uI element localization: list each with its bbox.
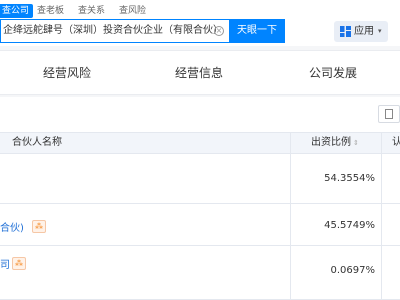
tab-search-relation[interactable]: 查关系 (78, 4, 105, 18)
sort-icon: ⇕ (353, 139, 359, 147)
section-nav: 经营风险 经营信息 公司发展 (0, 50, 400, 95)
equity-graph-icon[interactable]: ⁂ (32, 220, 46, 233)
nav-item-business-info[interactable]: 经营信息 (175, 51, 223, 95)
document-icon (385, 109, 393, 119)
chevron-down-icon: ▾ (378, 27, 382, 35)
nav-item-company-development[interactable]: 公司发展 (309, 51, 357, 95)
table-header: 合伙人名称 出资比例 ⇕ 认 (0, 132, 400, 154)
column-header-ratio-label: 出资比例 (311, 137, 351, 148)
search-input-value: 企绛远舵肆号（深圳）投资合伙企业（有限合伙） (3, 25, 223, 36)
ratio-value: 45.5749% (324, 220, 375, 231)
ratio-value: 54.3554% (324, 173, 375, 184)
column-header-truncated: 认 (392, 137, 400, 148)
table-row: 合伙) ⁂ 45.5749% (0, 204, 400, 246)
search-input[interactable]: 企绛远舵肆号（深圳）投资合伙企业（有限合伙） × (0, 19, 229, 43)
column-header-ratio[interactable]: 出资比例 ⇕ (311, 133, 359, 153)
column-header-partner-name: 合伙人名称 (12, 137, 62, 148)
grid-icon (340, 26, 351, 37)
app-menu-label: 应用 (354, 26, 374, 37)
tab-search-risk[interactable]: 查风险 (119, 4, 146, 18)
partner-name-link[interactable]: 司 (0, 256, 10, 271)
partners-table-section: 合伙人名称 出资比例 ⇕ 认 54.3554% 合伙) ⁂ 45.5749% 司 … (0, 97, 400, 300)
ratio-value: 0.0697% (330, 265, 376, 276)
search-button[interactable]: 天眼一下 (229, 19, 285, 43)
clear-icon[interactable]: × (214, 26, 224, 36)
search-header: 查公司 查老板 查关系 查风险 企绛远舵肆号（深圳）投资合伙企业（有限合伙） ×… (0, 0, 400, 46)
nav-item-business-risk[interactable]: 经营风险 (43, 51, 91, 95)
export-button[interactable] (378, 105, 400, 123)
tab-search-boss[interactable]: 查老板 (37, 4, 64, 18)
tab-search-company[interactable]: 查公司 (0, 4, 34, 18)
equity-graph-icon[interactable]: ⁂ (12, 257, 26, 270)
table-row: 司 ⁂ 0.0697% (0, 246, 400, 300)
table-row: 54.3554% (0, 154, 400, 204)
partner-name-link[interactable]: 合伙) (0, 219, 24, 234)
app-menu-button[interactable]: 应用 ▾ (334, 21, 388, 42)
